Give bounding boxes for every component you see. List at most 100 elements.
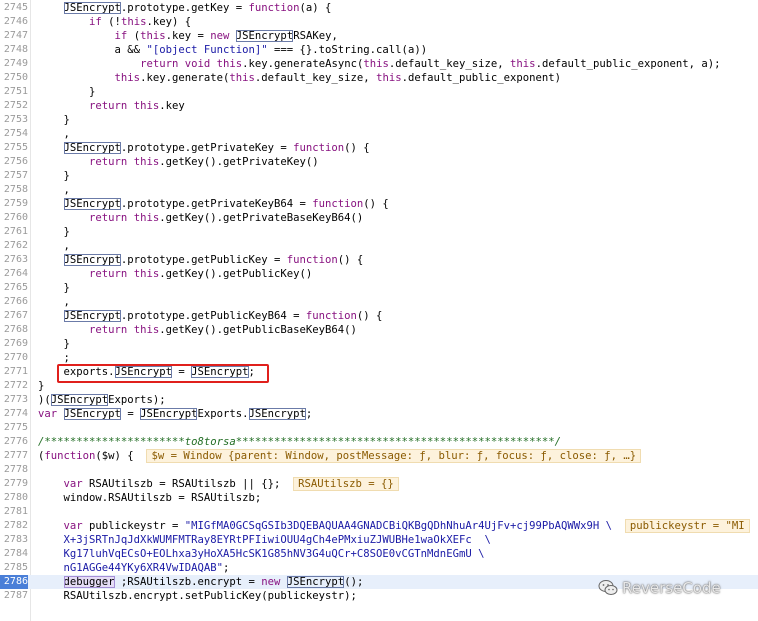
code-line[interactable]: 2761 } (0, 225, 758, 239)
code-token: JSEncrypt (248, 408, 306, 420)
code-line[interactable]: 2770 ; (0, 351, 758, 365)
code-line[interactable]: 2776 /**********************to8torsa*****… (0, 435, 758, 449)
line-number[interactable]: 2776 (0, 435, 28, 449)
line-number[interactable]: 2762 (0, 239, 28, 253)
line-number[interactable]: 2754 (0, 127, 28, 141)
code-text: var JSEncrypt = JSEncryptExports.JSEncry… (38, 407, 312, 421)
code-line[interactable]: 2759 JSEncrypt.prototype.getPrivateKeyB6… (0, 197, 758, 211)
code-line[interactable]: 2745 JSEncrypt.prototype.getKey = functi… (0, 1, 758, 15)
code-line[interactable]: 2773)(JSEncryptExports); (0, 393, 758, 407)
line-number[interactable]: 2784 (0, 547, 28, 561)
code-line[interactable]: 2755 JSEncrypt.prototype.getPrivateKey =… (0, 141, 758, 155)
code-line[interactable]: 2746 if (!this.key) { (0, 15, 758, 29)
line-number[interactable]: 2770 (0, 351, 28, 365)
code-line[interactable]: 2747 if (this.key = new JSEncryptRSAKey, (0, 29, 758, 43)
code-token: RSAKey, (293, 30, 338, 42)
line-number[interactable]: 2780 (0, 491, 28, 505)
line-number[interactable]: 2751 (0, 85, 28, 99)
line-number[interactable]: 2785 (0, 561, 28, 575)
code-token: this (363, 58, 389, 70)
line-number[interactable]: 2766 (0, 295, 28, 309)
line-number[interactable]: 2786 (0, 575, 28, 589)
line-number[interactable]: 2757 (0, 169, 28, 183)
code-line[interactable]: 2779 var RSAUtilszb = RSAUtilszb || {}; … (0, 477, 758, 491)
code-token: (! (101, 16, 121, 28)
line-number[interactable]: 2761 (0, 225, 28, 239)
line-number[interactable]: 2745 (0, 1, 28, 15)
line-number[interactable]: 2768 (0, 323, 28, 337)
line-number[interactable]: 2778 (0, 463, 28, 477)
code-line[interactable]: 2783 X+3jSRTnJqJdXkWUMFMTRay8EYRtPFIiwiO… (0, 533, 758, 547)
code-line[interactable]: 2756 return this.getKey().getPrivateKey(… (0, 155, 758, 169)
code-text: } (38, 225, 70, 239)
line-number[interactable]: 2760 (0, 211, 28, 225)
line-number[interactable]: 2749 (0, 57, 28, 71)
line-number[interactable]: 2781 (0, 505, 28, 519)
code-line[interactable]: 2757 } (0, 169, 758, 183)
code-line[interactable]: 2751 } (0, 85, 758, 99)
line-number[interactable]: 2748 (0, 43, 28, 57)
code-line[interactable]: 2785 nG1AGGe44YKy6XR4VwIDAQAB"; (0, 561, 758, 575)
code-line[interactable]: 2750 this.key.generate(this.default_key_… (0, 71, 758, 85)
line-number[interactable]: 2746 (0, 15, 28, 29)
code-line[interactable]: 2766 , (0, 295, 758, 309)
code-line[interactable]: 2768 return this.getKey().getPublicBaseK… (0, 323, 758, 337)
line-number[interactable]: 2756 (0, 155, 28, 169)
line-number[interactable]: 2771 (0, 365, 28, 379)
line-number[interactable]: 2764 (0, 267, 28, 281)
code-line[interactable]: 2749 return void this.key.generateAsync(… (0, 57, 758, 71)
code-line[interactable]: 2780 window.RSAUtilszb = RSAUtilszb; (0, 491, 758, 505)
code-line[interactable]: 2752 return this.key (0, 99, 758, 113)
code-line[interactable]: 2781 (0, 505, 758, 519)
source-code-editor[interactable]: 2745 JSEncrypt.prototype.getKey = functi… (0, 0, 758, 621)
code-line[interactable]: 2765 } (0, 281, 758, 295)
code-line[interactable]: 2769 } (0, 337, 758, 351)
line-number[interactable]: 2769 (0, 337, 28, 351)
line-number[interactable]: 2775 (0, 421, 28, 435)
code-line[interactable]: 2774 var JSEncrypt = JSEncryptExports.JSE… (0, 407, 758, 421)
code-line[interactable]: 2763 JSEncrypt.prototype.getPublicKey = … (0, 253, 758, 267)
line-number[interactable]: 2783 (0, 533, 28, 547)
code-line[interactable]: 2777 (function($w) { $w = Window {parent:… (0, 449, 758, 463)
code-text: ; (38, 351, 70, 365)
code-line[interactable]: 2758 , (0, 183, 758, 197)
line-number[interactable]: 2759 (0, 197, 28, 211)
code-line[interactable]: 2760 return this.getKey().getPrivateBase… (0, 211, 758, 225)
code-line[interactable]: 2753 } (0, 113, 758, 127)
code-line[interactable]: 2764 return this.getKey().getPublicKey() (0, 267, 758, 281)
code-token: function (312, 198, 364, 210)
line-number[interactable]: 2767 (0, 309, 28, 323)
code-line[interactable]: 2767 JSEncrypt.prototype.getPublicKeyB64… (0, 309, 758, 323)
line-number[interactable]: 2755 (0, 141, 28, 155)
code-token: var (63, 478, 83, 490)
line-number[interactable]: 2752 (0, 99, 28, 113)
line-number[interactable]: 2747 (0, 29, 28, 43)
code-line[interactable]: 2775 (0, 421, 758, 435)
line-number[interactable]: 2779 (0, 477, 28, 491)
line-number[interactable]: 2777 (0, 449, 28, 463)
code-token: JSEncrypt (286, 576, 345, 588)
code-line[interactable]: 2782 var publickeystr = "MIGfMA0GCSqGSIb… (0, 519, 758, 533)
line-number[interactable]: 2772 (0, 379, 28, 393)
line-number[interactable]: 2765 (0, 281, 28, 295)
code-line[interactable]: 2784 Kg17luhVqECsO+EOLhxa3yHoXA5HcSK1G85… (0, 547, 758, 561)
code-token: .getKey().getPrivateBaseKeyB64() (159, 212, 364, 224)
code-line[interactable]: 2762 , (0, 239, 758, 253)
code-text: JSEncrypt.prototype.getPublicKey = funct… (38, 253, 363, 267)
line-number[interactable]: 2750 (0, 71, 28, 85)
line-number[interactable]: 2763 (0, 253, 28, 267)
line-number[interactable]: 2758 (0, 183, 28, 197)
code-token: "MIGfMA0GCSqGSIb3DQEBAQUAA4GNADCBiQKBgQD… (184, 520, 613, 532)
code-line[interactable]: 2748 a && "[object Function]" === {}.toS… (0, 43, 758, 57)
code-line[interactable]: 2754 , (0, 127, 758, 141)
line-number[interactable]: 2782 (0, 519, 28, 533)
code-token: Kg17luhVqECsO+EOLhxa3yHoXA5HcSK1G85hNV3G… (38, 548, 485, 560)
line-number[interactable]: 2787 (0, 589, 28, 603)
code-line[interactable]: 2778 (0, 463, 758, 477)
line-number[interactable]: 2773 (0, 393, 28, 407)
line-number[interactable]: 2753 (0, 113, 28, 127)
line-number[interactable]: 2774 (0, 407, 28, 421)
